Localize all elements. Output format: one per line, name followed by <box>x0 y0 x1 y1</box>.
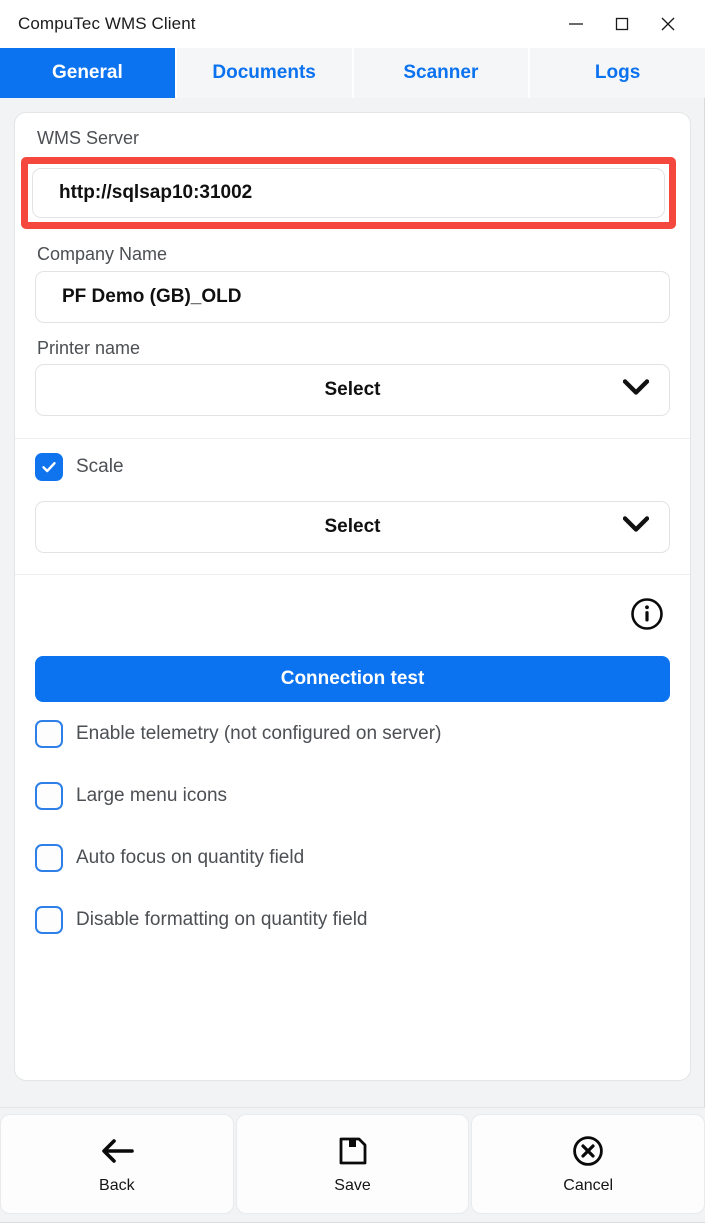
general-settings-card: WMS Server http://sqlsap10:31002 Company… <box>14 112 691 1081</box>
arrow-left-icon <box>99 1134 135 1168</box>
circle-x-icon <box>572 1134 604 1168</box>
printer-name-select[interactable]: Select <box>35 364 670 417</box>
minimize-button[interactable] <box>553 0 599 48</box>
application-window: CompuTec WMS Client General Documents Sc… <box>0 0 705 1223</box>
option-auto-focus-quantity[interactable]: Auto focus on quantity field <box>35 844 670 873</box>
scale-checkbox[interactable] <box>35 453 63 482</box>
large-menu-icons-checkbox[interactable] <box>35 782 63 811</box>
enable-telemetry-checkbox[interactable] <box>35 720 63 749</box>
maximize-icon <box>611 13 633 35</box>
maximize-button[interactable] <box>599 0 645 48</box>
company-name-label: Company Name <box>37 243 168 264</box>
option-disable-formatting-quantity[interactable]: Disable formatting on quantity field <box>35 906 670 935</box>
window-title: CompuTec WMS Client <box>18 14 196 33</box>
save-label: Save <box>334 1177 371 1194</box>
settings-scroll-area: WMS Server http://sqlsap10:31002 Company… <box>0 98 705 1107</box>
wms-server-input[interactable]: http://sqlsap10:31002 <box>32 167 665 218</box>
disable-formatting-quantity-checkbox[interactable] <box>35 906 63 935</box>
scale-section: Scale Select <box>15 439 690 554</box>
tab-scanner[interactable]: Scanner <box>353 48 531 98</box>
spacer-scale <box>35 481 670 501</box>
enable-telemetry-label: Enable telemetry (not configured on serv… <box>76 723 442 745</box>
large-menu-icons-label: Large menu icons <box>76 785 228 807</box>
disable-formatting-quantity-label: Disable formatting on quantity field <box>76 909 368 931</box>
chevron-down-icon <box>622 379 650 402</box>
auto-focus-quantity-label: Auto focus on quantity field <box>76 847 305 869</box>
bottom-toolbar: Back Save Cancel <box>0 1107 705 1223</box>
spacer-before-scale <box>15 416 690 438</box>
floppy-disk-icon <box>337 1134 369 1168</box>
wms-server-section: WMS Server <box>15 113 690 155</box>
chevron-down-icon <box>622 516 650 539</box>
wms-server-highlight: http://sqlsap10:31002 <box>21 156 676 229</box>
option-large-menu-icons[interactable]: Large menu icons <box>35 782 670 811</box>
options-list: Enable telemetry (not configured on serv… <box>15 702 690 935</box>
info-row <box>15 575 690 636</box>
scale-label: Scale <box>76 456 124 478</box>
title-bar: CompuTec WMS Client <box>0 0 705 48</box>
close-icon <box>657 13 679 35</box>
check-icon <box>42 462 56 473</box>
close-button[interactable] <box>645 0 691 48</box>
wms-server-label: WMS Server <box>37 128 140 148</box>
connection-test-button[interactable]: Connection test <box>35 656 670 703</box>
tab-general[interactable]: General <box>0 48 177 98</box>
minimize-icon <box>565 13 587 35</box>
spacer-after-scale <box>15 553 690 574</box>
option-enable-telemetry[interactable]: Enable telemetry (not configured on serv… <box>35 720 670 749</box>
save-button[interactable]: Save <box>235 1114 470 1214</box>
company-name-section: Company Name PF Demo (GB)_OLD <box>15 229 690 323</box>
back-label: Back <box>99 1177 135 1194</box>
auto-focus-quantity-checkbox[interactable] <box>35 844 63 873</box>
cancel-button[interactable]: Cancel <box>471 1114 705 1214</box>
tab-logs[interactable]: Logs <box>530 48 705 98</box>
back-button[interactable]: Back <box>0 1114 234 1214</box>
info-icon[interactable] <box>630 597 664 636</box>
tab-documents[interactable]: Documents <box>176 48 354 98</box>
cancel-label: Cancel <box>563 1177 614 1194</box>
scale-checkbox-row[interactable]: Scale <box>35 453 670 482</box>
printer-name-label: Printer name <box>37 337 141 358</box>
printer-name-value: Select <box>324 379 381 401</box>
scale-select[interactable]: Select <box>35 501 670 554</box>
tab-bar: General Documents Scanner Logs <box>0 48 705 98</box>
company-name-input[interactable]: PF Demo (GB)_OLD <box>35 270 670 323</box>
printer-name-section: Printer name Select <box>15 323 690 417</box>
scale-select-value: Select <box>324 516 381 538</box>
